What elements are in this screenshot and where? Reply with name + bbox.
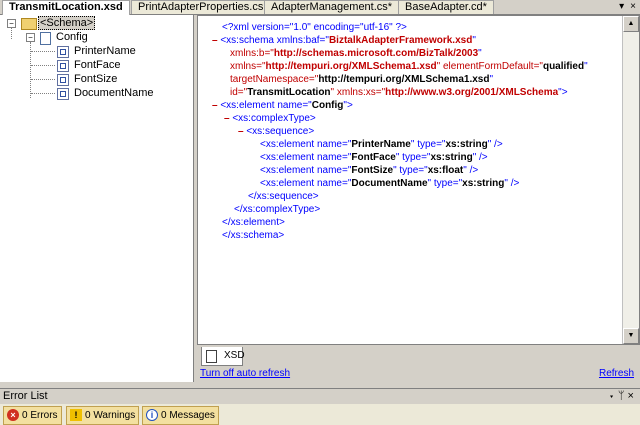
xml-element-config: – <xs:element name="Config"> — [212, 100, 353, 111]
xml-complextype-open: – <xs:complexType> — [224, 113, 316, 124]
xml-element-fontface: <xs:element name="FontFace" type="xs:str… — [260, 152, 488, 163]
error-list-toolbar: × 0 Errors ! 0 Warnings i 0 Messages — [0, 404, 640, 425]
collapse-sequence-toggle[interactable]: – — [238, 126, 244, 137]
xml-view-pane: <?xml version="1.0" encoding="utf-16" ?>… — [197, 15, 640, 345]
tab-adaptermanagement-cs[interactable]: AdapterManagement.cs* — [264, 0, 400, 14]
xml-sequence-open: – <xs:sequence> — [238, 126, 315, 137]
error-list-window-controls[interactable]: ▾ ᛘ × — [608, 389, 634, 404]
scroll-up-icon[interactable]: ▲ — [623, 16, 639, 32]
warnings-filter-button[interactable]: ! 0 Warnings — [66, 406, 140, 425]
xml-element-documentname: <xs:element name="DocumentName" type="xs… — [260, 178, 520, 189]
collapse-element-toggle[interactable]: – — [212, 100, 218, 111]
tree-node-fontface[interactable]: FontFace — [74, 58, 120, 72]
schema-tree-pane: − <Schema> − Config PrinterName FontFace… — [0, 15, 194, 382]
xml-schema-close: </xs:schema> — [222, 230, 285, 241]
refresh-link[interactable]: Refresh — [599, 368, 634, 379]
collapse-complextype-toggle[interactable]: – — [224, 113, 230, 124]
xml-element-printername: <xs:element name="PrinterName" type="xs:… — [260, 139, 503, 150]
xsd-view-icon — [206, 350, 217, 363]
error-list-titlebar: Error List ▾ ᛘ × — [0, 388, 640, 404]
warning-icon: ! — [70, 409, 82, 421]
xml-element-close: </xs:element> — [222, 217, 285, 228]
tree-node-fontsize[interactable]: FontSize — [74, 72, 117, 86]
tree-node-schema-label: <Schema> — [38, 16, 96, 30]
tab-xsd-label: XSD — [224, 350, 245, 361]
tree-node-documentname[interactable]: DocumentName — [74, 86, 153, 100]
errors-count: 0 Errors — [22, 410, 58, 421]
error-icon: × — [7, 409, 19, 421]
record-icon — [40, 32, 51, 45]
document-tab-strip: TransmitLocation.xsd PrintAdapterPropert… — [0, 0, 640, 15]
error-list-title: Error List — [3, 390, 48, 402]
element-icon — [57, 46, 69, 58]
tree-node-config[interactable]: Config — [56, 30, 88, 44]
messages-count: 0 Messages — [161, 410, 215, 421]
refresh-link-bar: Turn off auto refresh Refresh — [197, 367, 640, 382]
view-tab-bar: XSD — [197, 345, 640, 367]
tree-line — [31, 93, 55, 94]
vertical-scrollbar[interactable]: ▲ ▼ — [622, 16, 639, 344]
tab-transmitlocation-xsd[interactable]: TransmitLocation.xsd — [2, 0, 130, 15]
turn-off-auto-refresh-link[interactable]: Turn off auto refresh — [200, 368, 290, 379]
tree-line — [31, 51, 55, 52]
xml-attr-biztalk: xmlns:b="http://schemas.microsoft.com/Bi… — [230, 48, 482, 59]
tree-node-printername[interactable]: PrinterName — [74, 44, 136, 58]
xml-attr-xmlns: xmlns="http://tempuri.org/XMLSchema1.xsd… — [230, 61, 588, 72]
element-icon — [57, 60, 69, 72]
collapse-schema-toggle[interactable]: – — [212, 35, 218, 46]
xml-element-fontsize: <xs:element name="FontSize" type="xs:flo… — [260, 165, 479, 176]
tab-strip-controls: ▾ × — [613, 0, 636, 13]
tree-line — [31, 79, 55, 80]
xml-schema-open: – <xs:schema xmlns:baf="BiztalkAdapterFr… — [212, 35, 476, 46]
xml-attr-id: id="TransmitLocation" xmlns:xs="http://w… — [230, 87, 568, 98]
warnings-count: 0 Warnings — [85, 410, 136, 421]
tab-xsd-view[interactable]: XSD — [201, 347, 245, 366]
tab-baseadapter-cd[interactable]: BaseAdapter.cd* — [398, 0, 494, 14]
errors-filter-button[interactable]: × 0 Errors — [3, 406, 62, 425]
folder-icon — [21, 18, 37, 30]
xml-sequence-close: </xs:sequence> — [248, 191, 319, 202]
info-icon: i — [146, 409, 158, 421]
tree-node-schema[interactable]: <Schema> — [38, 16, 96, 30]
xml-attr-targetnamespace: targetNamespace="http://tempuri.org/XMLS… — [230, 74, 494, 85]
xml-declaration: <?xml version="1.0" encoding="utf-16" ?> — [222, 22, 407, 33]
tab-dropdown-icon[interactable]: ▾ — [619, 1, 624, 12]
messages-filter-button[interactable]: i 0 Messages — [142, 406, 219, 425]
xml-complextype-close: </xs:complexType> — [234, 204, 321, 215]
close-icon[interactable]: × — [630, 1, 636, 12]
collapse-config-icon[interactable]: − — [26, 33, 35, 42]
tree-line — [11, 27, 12, 39]
element-icon — [57, 88, 69, 100]
tree-line — [31, 65, 55, 66]
tab-printadapterproperties-cs[interactable]: PrintAdapterProperties.cs — [131, 0, 271, 14]
element-icon — [57, 74, 69, 86]
scroll-down-icon[interactable]: ▼ — [623, 328, 639, 344]
